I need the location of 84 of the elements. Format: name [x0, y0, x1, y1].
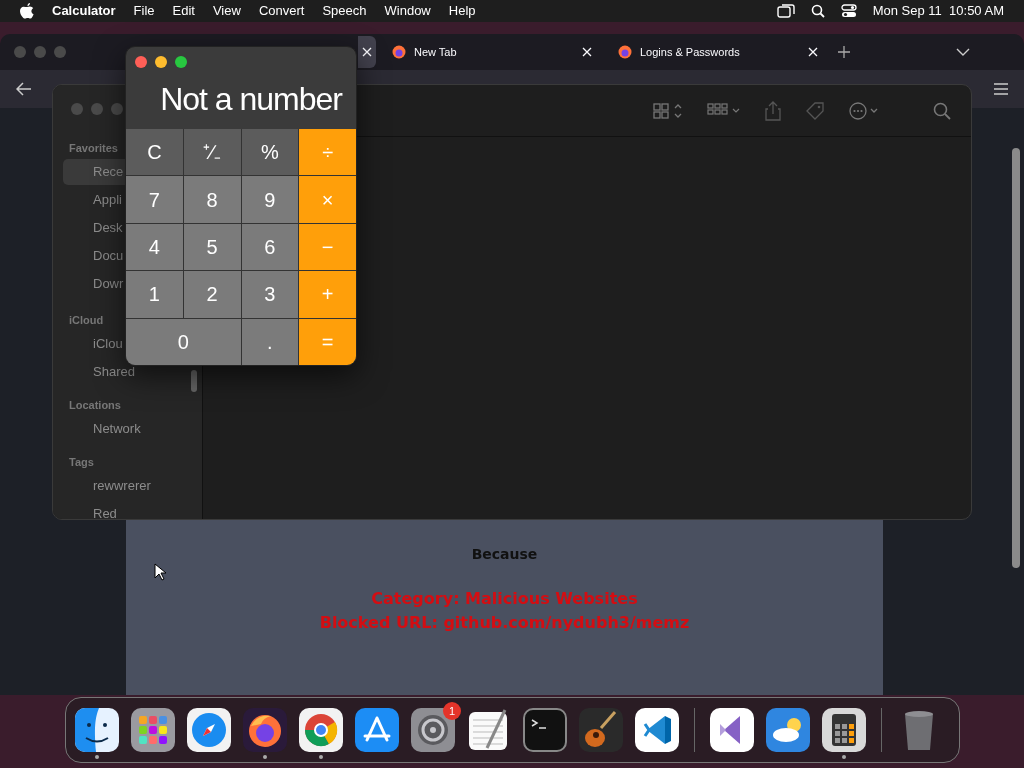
page-heading: Because [471, 545, 538, 564]
menu-item[interactable]: Speech [322, 1, 367, 21]
sidebar-heading: Locations [69, 398, 121, 412]
close-icon[interactable] [808, 47, 818, 57]
calculator-icon[interactable] [822, 708, 866, 752]
screens-icon[interactable] [776, 4, 795, 18]
close-button[interactable] [135, 56, 147, 68]
calculator-key[interactable]: 2 [183, 271, 241, 318]
menu-item[interactable]: Help [448, 1, 476, 21]
calculator-key[interactable]: 7 [126, 176, 183, 223]
menu-item[interactable]: Edit [172, 1, 195, 21]
chrome-logo-icon[interactable] [299, 708, 343, 752]
search-icon[interactable] [810, 4, 825, 18]
sidebar-item[interactable]: rewwrerer [63, 479, 151, 493]
menu-item[interactable]: View [212, 1, 241, 21]
compass-icon[interactable] [187, 708, 231, 752]
calculator-key[interactable]: 1 [126, 271, 183, 318]
close-icon[interactable] [362, 47, 372, 57]
menu-item[interactable]: Convert [258, 1, 305, 21]
calculator-key[interactable]: % [241, 129, 299, 176]
block-reason-text: Category: Malicious Websites [371, 588, 638, 610]
calculator-key[interactable]: . [241, 318, 299, 365]
tab-title: New Tab [414, 44, 457, 60]
sidebar-heading: iCloud [69, 313, 104, 327]
fox-globe-icon [618, 45, 632, 59]
sidebar-item[interactable]: Red [63, 507, 117, 519]
app-menu[interactable]: Calculator [52, 1, 116, 21]
sidebar-heading: Favorites [69, 141, 118, 155]
notification-badge: 1 [443, 702, 461, 720]
running-indicator [319, 755, 323, 759]
calculator-key[interactable]: 4 [126, 223, 183, 271]
sidebar-item[interactable]: iClou [63, 337, 123, 351]
running-indicator [263, 755, 267, 759]
fox-globe-icon [392, 45, 406, 59]
back-arrow-icon[interactable] [16, 82, 32, 96]
sidebar-heading: Tags [69, 455, 94, 469]
more-icon[interactable] [849, 101, 879, 120]
menu-bar-clock[interactable]: Mon Sep 11 10:50 AM [872, 1, 1004, 21]
running-indicator [95, 755, 99, 759]
menu-item[interactable]: File [133, 1, 155, 21]
calculator-key[interactable]: 5 [183, 223, 241, 271]
calculator-key[interactable]: 6 [241, 223, 299, 271]
browser-tab[interactable]: New Tab [382, 36, 602, 68]
sidebar-scrollbar[interactable] [191, 370, 197, 392]
sidebar-item[interactable]: Docu [63, 249, 124, 263]
sidebar-item[interactable]: Appli [63, 193, 122, 207]
code-editor-icon[interactable] [635, 708, 679, 752]
calculator-key[interactable]: 0 [126, 318, 241, 365]
minimize-button[interactable] [155, 56, 167, 68]
calculator-key[interactable]: ⁺∕₋ [183, 129, 241, 176]
apple-logo-icon[interactable] [20, 3, 34, 19]
grid-view-icon[interactable] [653, 102, 683, 119]
sidebar-item[interactable]: Shared [63, 365, 135, 379]
gear-icon[interactable] [411, 708, 455, 752]
calculator-key[interactable]: C [126, 129, 183, 176]
sidebar-item[interactable]: Network [63, 422, 141, 436]
block-reason-text: Blocked URL: github.com/nydubh3/memz [319, 612, 690, 634]
toggles-icon[interactable] [840, 4, 857, 18]
sidebar-item[interactable]: Rece [63, 159, 125, 185]
finder-icon[interactable] [75, 708, 119, 752]
sidebar-item[interactable]: Dowr [63, 277, 124, 291]
close-icon[interactable] [582, 47, 592, 57]
calculator-key[interactable]: 3 [241, 271, 299, 318]
sidebar-item[interactable]: Desk [63, 221, 123, 235]
guitar-icon[interactable] [579, 708, 623, 752]
cloud-sun-icon[interactable] [766, 708, 810, 752]
calculator-key[interactable]: 9 [241, 176, 299, 223]
chevron-down-icon[interactable] [956, 48, 970, 56]
menu-item[interactable]: Window [384, 1, 431, 21]
calculator-key[interactable]: 8 [183, 176, 241, 223]
mouse-cursor-icon [154, 563, 166, 581]
app-grid-icon[interactable] [131, 708, 175, 752]
browser-tab[interactable]: Logins & Passwords [608, 36, 828, 68]
running-indicator [842, 755, 846, 759]
terminal-icon[interactable] [523, 708, 567, 752]
menu-icon[interactable] [994, 83, 1008, 95]
app-store-icon[interactable] [355, 708, 399, 752]
scrollbar[interactable] [1012, 148, 1020, 568]
browser-tab[interactable] [358, 36, 376, 68]
tab-title: Logins & Passwords [640, 44, 740, 60]
new-tab-icon[interactable] [838, 46, 850, 58]
zoom-button[interactable] [175, 56, 187, 68]
fox-globe-icon[interactable] [243, 708, 287, 752]
calculator-display: Not a number [160, 79, 342, 119]
